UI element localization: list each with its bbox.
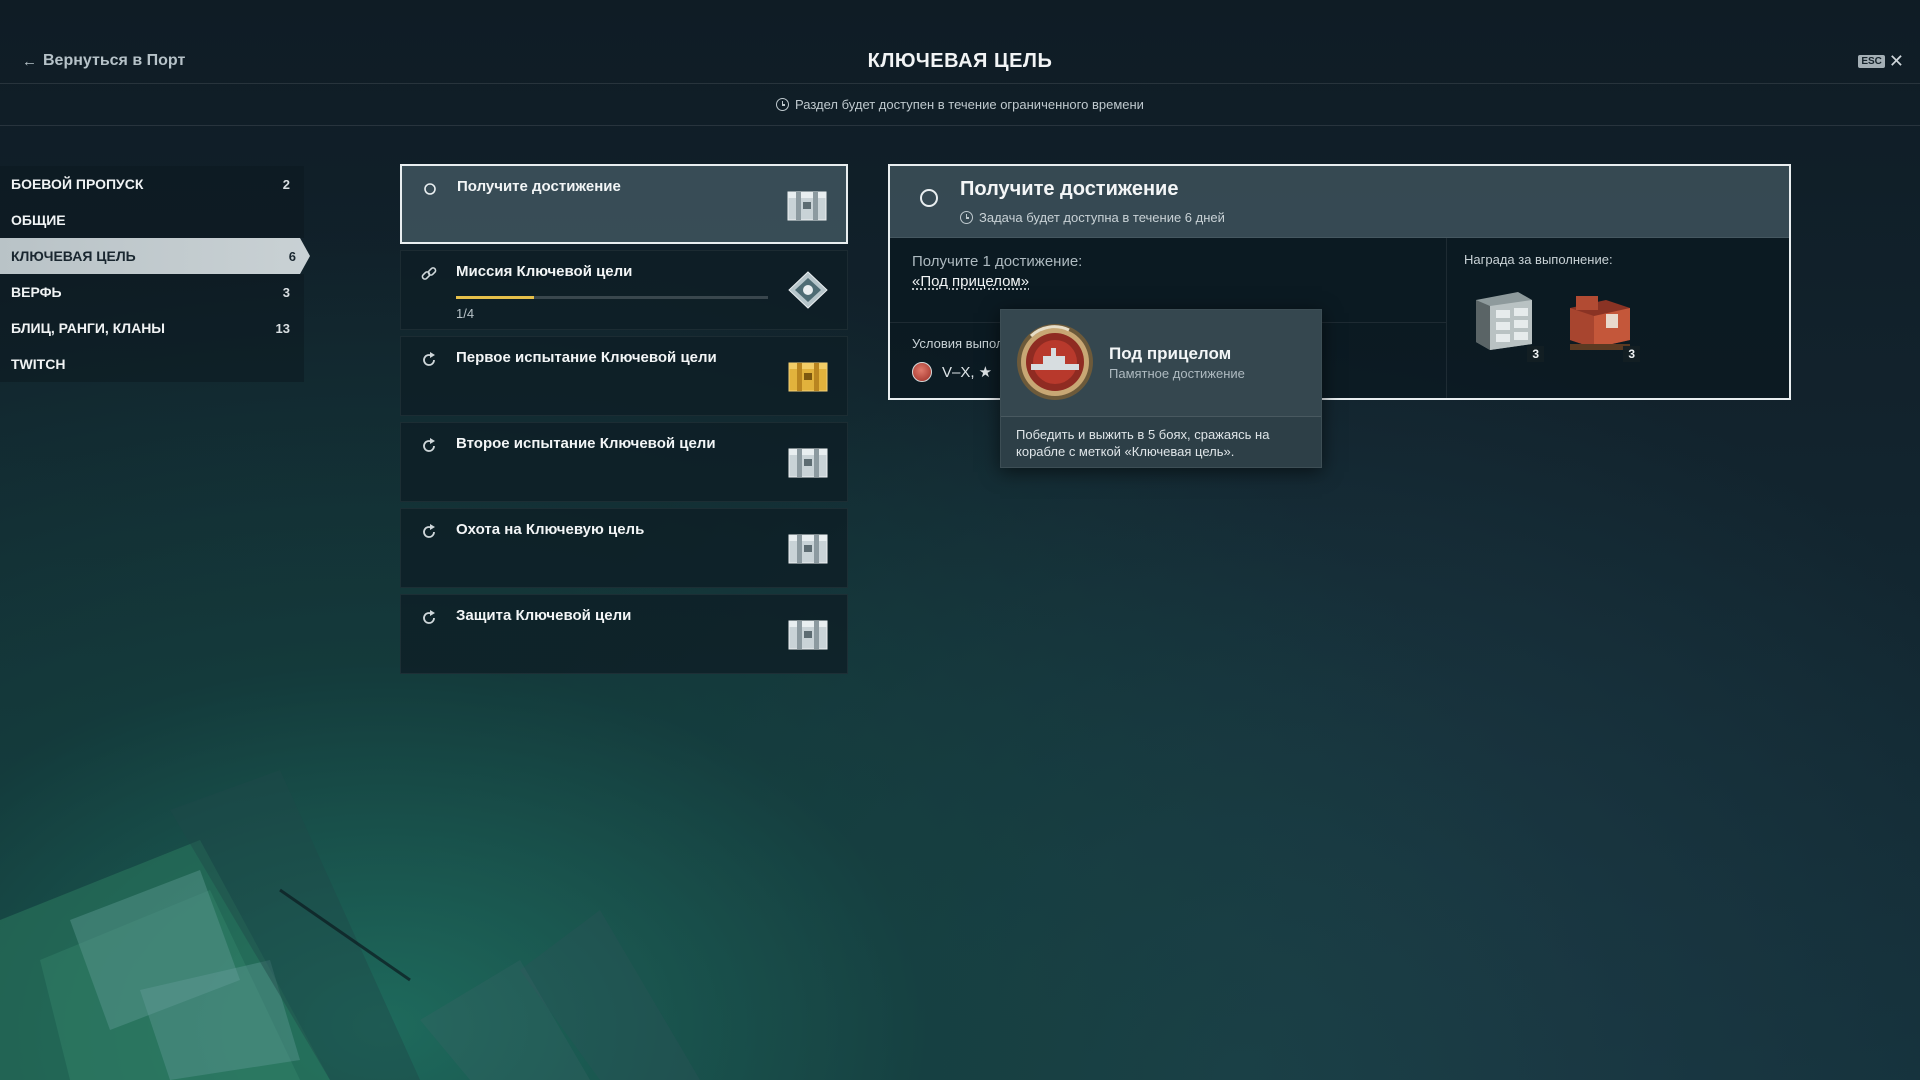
refresh-icon <box>423 438 435 452</box>
close-button[interactable]: ESC ✕ <box>1858 52 1904 70</box>
circle-icon <box>920 189 938 207</box>
sidebar-item-battle-pass[interactable]: БОЕВОЙ ПРОПУСК 2 <box>0 166 304 202</box>
mission-card[interactable]: Второе испытание Ключевой цели <box>400 422 848 502</box>
detail-subtitle: Задача будет доступна в течение 6 дней <box>960 210 1225 225</box>
category-sidebar: БОЕВОЙ ПРОПУСК 2 ОБЩИЕ КЛЮЧЕВАЯ ЦЕЛЬ 6 В… <box>0 166 310 382</box>
sidebar-item-count: 13 <box>275 320 290 336</box>
sidebar-item-label: ВЕРФЬ <box>11 284 62 300</box>
tooltip-description: Победить и выжить в 5 боях, сражаясь на … <box>1016 427 1270 459</box>
sidebar-item-general[interactable]: ОБЩИЕ <box>0 202 304 238</box>
tooltip-achievement-type: Памятное достижение <box>1109 366 1245 381</box>
tier-condition: V–X, ★ <box>942 364 993 381</box>
mission-card[interactable]: Миссия Ключевой цели 1/4 <box>400 250 848 330</box>
clock-icon <box>776 98 790 111</box>
sidebar-item-blitz-ranks-clans[interactable]: БЛИЦ, РАНГИ, КЛАНЫ 13 <box>0 310 304 346</box>
detail-title: Получите достижение <box>960 178 1179 200</box>
sidebar-item-label: БОЕВОЙ ПРОПУСК <box>11 176 144 192</box>
conditions-label: Условия выпол <box>912 336 1004 351</box>
reward-item[interactable]: 3 <box>1470 286 1544 362</box>
mission-title: Миссия Ключевой цели <box>456 263 633 280</box>
reward-label: Награда за выполнение: <box>1464 252 1613 267</box>
mission-title: Охота на Ключевую цель <box>456 521 645 538</box>
mission-title: Первое испытание Ключевой цели <box>456 349 717 366</box>
sidebar-item-twitch[interactable]: TWITCH <box>0 346 304 382</box>
reward-quantity: 3 <box>1527 346 1544 362</box>
sidebar-item-shipyard[interactable]: ВЕРФЬ 3 <box>0 274 304 310</box>
circle-icon <box>424 183 436 195</box>
nation-flag-icon <box>912 362 932 382</box>
mission-title: Защита Ключевой цели <box>456 607 632 624</box>
silver-container-icon <box>788 534 828 564</box>
page-title: КЛЮЧЕВАЯ ЦЕЛЬ <box>867 50 1053 72</box>
esc-key-badge: ESC <box>1858 54 1885 68</box>
achievement-tooltip: Под прицелом Памятное достижение Победит… <box>1000 309 1322 468</box>
red-supply-crate-icon <box>1570 296 1630 350</box>
silver-container-icon <box>787 191 827 221</box>
achievement-medal-icon <box>1017 324 1093 400</box>
mission-list: Получите достижение Миссия Ключевой цели… <box>400 164 848 680</box>
desk-background-art <box>0 770 700 1080</box>
close-icon: ✕ <box>1888 51 1904 71</box>
sidebar-item-count: 3 <box>282 284 290 300</box>
gold-container-icon <box>788 362 828 392</box>
sidebar-item-label: TWITCH <box>11 356 66 372</box>
limited-time-text: Раздел будет доступен в течение ограниче… <box>795 97 1144 112</box>
sidebar-item-count: 6 <box>288 248 296 264</box>
task-description: Получите 1 достижение: «Под прицелом» <box>912 252 1082 292</box>
refresh-icon <box>423 524 435 538</box>
sidebar-item-label: КЛЮЧЕВАЯ ЦЕЛЬ <box>11 248 136 264</box>
refresh-icon <box>423 352 435 366</box>
diamond-token-icon <box>788 271 828 309</box>
conditions-row: V–X, ★ <box>912 362 992 382</box>
sidebar-item-label: БЛИЦ, РАНГИ, КЛАНЫ <box>11 320 166 336</box>
top-bar: ← Вернуться в Порт КЛЮЧЕВАЯ ЦЕЛЬ ESC ✕ <box>0 0 1920 84</box>
tooltip-achievement-name: Под прицелом <box>1109 344 1232 363</box>
mission-card[interactable]: Первое испытание Ключевой цели <box>400 336 848 416</box>
link-icon <box>421 267 437 280</box>
mission-progress-text: 1/4 <box>456 306 475 321</box>
silver-container-icon <box>788 448 828 478</box>
refresh-icon <box>423 610 435 624</box>
detail-header: Получите достижение Задача будет доступн… <box>890 166 1789 238</box>
clock-icon <box>960 211 973 224</box>
task-line: Получите 1 достижение: <box>912 253 1083 270</box>
sidebar-item-key-target[interactable]: КЛЮЧЕВАЯ ЦЕЛЬ 6 <box>0 238 310 274</box>
sidebar-item-count: 2 <box>282 176 290 192</box>
sidebar-item-label: ОБЩИЕ <box>11 212 66 228</box>
cabinet-crate-icon <box>1476 292 1532 350</box>
detail-reward-section: Награда за выполнение: 3 3 <box>1448 238 1789 398</box>
mission-title: Второе испытание Ключевой цели <box>456 435 716 452</box>
mission-card[interactable]: Получите достижение <box>400 164 848 244</box>
achievement-link[interactable]: «Под прицелом» <box>912 273 1029 290</box>
progress-fill <box>456 296 534 299</box>
tooltip-header: Под прицелом Памятное достижение <box>1001 310 1321 417</box>
limited-time-notice: Раздел будет доступен в течение ограниче… <box>0 84 1920 126</box>
reward-item[interactable]: 3 <box>1566 286 1640 362</box>
mission-title: Получите достижение <box>457 178 621 195</box>
mission-card[interactable]: Охота на Ключевую цель <box>400 508 848 588</box>
reward-quantity: 3 <box>1623 346 1640 362</box>
mission-card[interactable]: Защита Ключевой цели <box>400 594 848 674</box>
mission-progress-bar <box>456 296 768 299</box>
detail-availability-text: Задача будет доступна в течение 6 дней <box>979 210 1225 225</box>
silver-container-icon <box>788 620 828 650</box>
